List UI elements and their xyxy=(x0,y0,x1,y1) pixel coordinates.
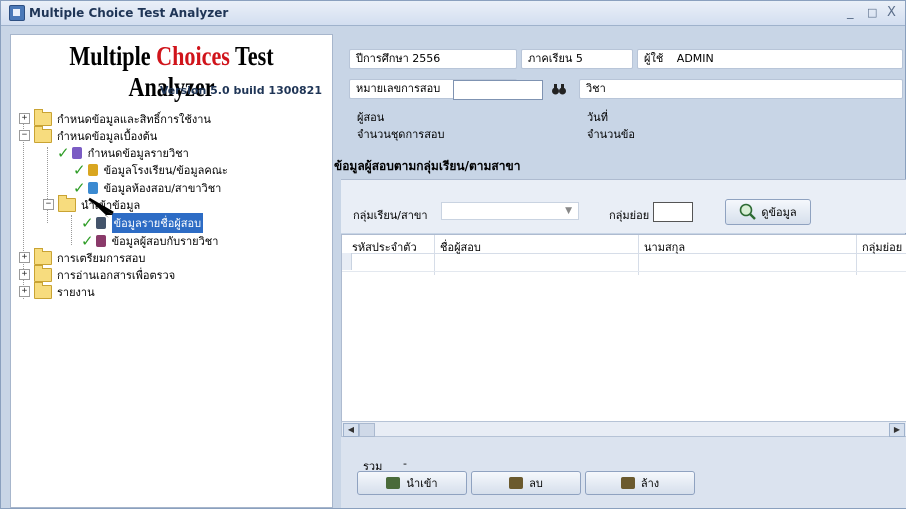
import-button-label: นำเข้า xyxy=(406,477,438,490)
horizontal-scrollbar[interactable]: ◀ ▶ xyxy=(341,421,906,437)
folder-icon xyxy=(34,264,52,282)
binoculars-icon[interactable] xyxy=(551,81,567,97)
tree-item-label: ข้อมูลโรงเรียน/ข้อมูลคณะ xyxy=(103,163,228,177)
academic-year-box: ปีการศึกษา 2556 xyxy=(349,49,517,69)
tree-item-basic-settings[interactable]: − กำหนดข้อมูลเบื้องต้น xyxy=(19,125,158,144)
minimize-button[interactable]: _ xyxy=(847,5,854,20)
tree-item-label-selected: ข้อมูลรายชื่อผู้สอบ xyxy=(111,212,204,233)
subject-label: วิชา xyxy=(586,82,606,95)
view-data-button[interactable]: ดูข้อมูล xyxy=(725,199,811,225)
user-box: ผู้ใช้ ADMIN xyxy=(637,49,903,69)
academic-year-label: ปีการศึกษา 2556 xyxy=(356,52,441,65)
folder-icon xyxy=(34,247,52,265)
building-icon xyxy=(87,163,98,176)
examinee-table[interactable]: รหัสประจำตัว ชื่อผู้สอบ นามสกุล กลุ่มย่อ… xyxy=(341,234,906,426)
view-data-label: ดูข้อมูล xyxy=(761,206,797,219)
tree-item-scan[interactable]: + การอ่านเอกสารเพื่อตรวจ xyxy=(19,264,176,283)
dropdown-arrow-icon: ▼ xyxy=(565,206,572,216)
window-title: Multiple Choice Test Analyzer xyxy=(29,6,229,20)
row-selector[interactable] xyxy=(342,253,352,270)
exam-set-count-label: จำนวนชุดการสอบ xyxy=(357,128,445,141)
tree-item-rooms[interactable]: ✓ ข้อมูลห้องสอบ/สาขาวิชา xyxy=(73,178,222,197)
mouse-pointer-icon xyxy=(88,197,114,218)
clear-button[interactable]: ล้าง xyxy=(585,471,695,495)
check-icon: ✓ xyxy=(57,143,70,162)
expand-icon[interactable]: + xyxy=(19,286,30,297)
item-count-label: จำนวนข้อ xyxy=(587,128,635,141)
people-icon xyxy=(95,234,106,247)
app-window: Multiple Choice Test Analyzer _ □ X Mult… xyxy=(0,0,906,509)
tree-item-schools[interactable]: ✓ ข้อมูลโรงเรียน/ข้อมูลคณะ xyxy=(73,160,228,179)
close-button[interactable]: X xyxy=(887,5,896,20)
maximize-button[interactable]: □ xyxy=(867,6,877,19)
navigation-panel: Multiple Choices Test Analyzer Version 5… xyxy=(10,34,333,508)
folder-icon xyxy=(58,194,76,212)
eraser-icon xyxy=(620,477,635,489)
date-label: วันที่ xyxy=(587,111,608,124)
exam-number-label: หมายเลขการสอบ xyxy=(356,82,441,95)
folder-icon xyxy=(34,108,52,126)
trash-icon xyxy=(509,477,524,489)
check-icon: ✓ xyxy=(73,160,86,179)
expand-icon[interactable]: + xyxy=(19,252,30,263)
tree-line xyxy=(71,215,72,245)
import-icon xyxy=(386,477,401,489)
user-label: ผู้ใช้ xyxy=(644,52,664,65)
clear-button-label: ล้าง xyxy=(640,477,660,490)
subgroup-label: กลุ่มย่อย xyxy=(609,209,650,222)
tree-item-label: กำหนดข้อมูลและสิทธิ์การใช้งาน xyxy=(57,112,211,126)
scroll-left-icon[interactable]: ◀ xyxy=(343,423,359,437)
folder-icon xyxy=(34,125,52,143)
total-value: - xyxy=(403,457,407,470)
subject-box: วิชา xyxy=(579,79,903,99)
delete-button-label: ลบ xyxy=(529,477,543,490)
tree-item-label: ข้อมูลผู้สอบกับรายวิชา xyxy=(111,234,219,248)
tree-item-reports[interactable]: + รายงาน xyxy=(19,281,95,300)
tree-item-label: ข้อมูลห้องสอบ/สาขาวิชา xyxy=(103,181,222,195)
user-value: ADMIN xyxy=(676,52,714,65)
subgroup-input[interactable] xyxy=(653,202,693,222)
tree-item-label: การอ่านเอกสารเพื่อตรวจ xyxy=(57,268,176,282)
books-icon xyxy=(71,146,82,159)
tree-item-subjects[interactable]: ✓ กำหนดข้อมูลรายวิชา xyxy=(57,143,189,162)
collapse-icon[interactable]: − xyxy=(43,199,54,210)
tree-item-label: การเตรียมการสอบ xyxy=(57,251,146,265)
app-icon xyxy=(9,5,25,21)
tree-item-exam-prep[interactable]: + การเตรียมการสอบ xyxy=(19,247,146,266)
group-select[interactable]: ▼ xyxy=(441,202,579,220)
tree-item-label: กำหนดข้อมูลเบื้องต้น xyxy=(57,129,158,143)
check-icon: ✓ xyxy=(81,231,94,250)
expand-icon[interactable]: + xyxy=(19,113,30,124)
tree-item-label: กำหนดข้อมูลรายวิชา xyxy=(87,146,189,160)
expand-icon[interactable]: + xyxy=(19,269,30,280)
title-bar: Multiple Choice Test Analyzer _ □ X xyxy=(1,1,905,26)
import-button[interactable]: นำเข้า xyxy=(357,471,467,495)
logo-text-choices: Choices xyxy=(156,41,230,71)
table-row-new[interactable] xyxy=(342,253,906,272)
logo-text-multiple: Multiple xyxy=(69,41,157,71)
tree-item-label: รายงาน xyxy=(57,285,95,299)
tree-item-permissions[interactable]: + กำหนดข้อมูลและสิทธิ์การใช้งาน xyxy=(19,108,211,127)
semester-box: ภาคเรียน 5 xyxy=(521,49,633,69)
check-icon: ✓ xyxy=(73,178,86,197)
scroll-right-icon[interactable]: ▶ xyxy=(889,423,905,437)
exam-number-input[interactable] xyxy=(453,80,543,100)
folder-icon xyxy=(34,281,52,299)
collapse-icon[interactable]: − xyxy=(19,130,30,141)
scroll-thumb[interactable] xyxy=(359,423,375,437)
delete-button[interactable]: ลบ xyxy=(471,471,581,495)
version-label: Version 5.0 build 1300821 xyxy=(159,84,322,97)
magnifier-icon xyxy=(740,203,757,220)
tree-item-examinee-subjects[interactable]: ✓ ข้อมูลผู้สอบกับรายวิชา xyxy=(81,231,219,250)
section-title: ข้อมูลผู้สอบตามกลุ่มเรียน/ตามสาขา xyxy=(334,159,521,173)
semester-label: ภาคเรียน 5 xyxy=(528,52,583,65)
table-header: รหัสประจำตัว ชื่อผู้สอบ นามสกุล กลุ่มย่อ… xyxy=(342,235,906,254)
room-icon xyxy=(87,181,98,194)
group-label: กลุ่มเรียน/สาขา xyxy=(353,209,428,222)
teacher-label: ผู้สอน xyxy=(357,111,385,124)
